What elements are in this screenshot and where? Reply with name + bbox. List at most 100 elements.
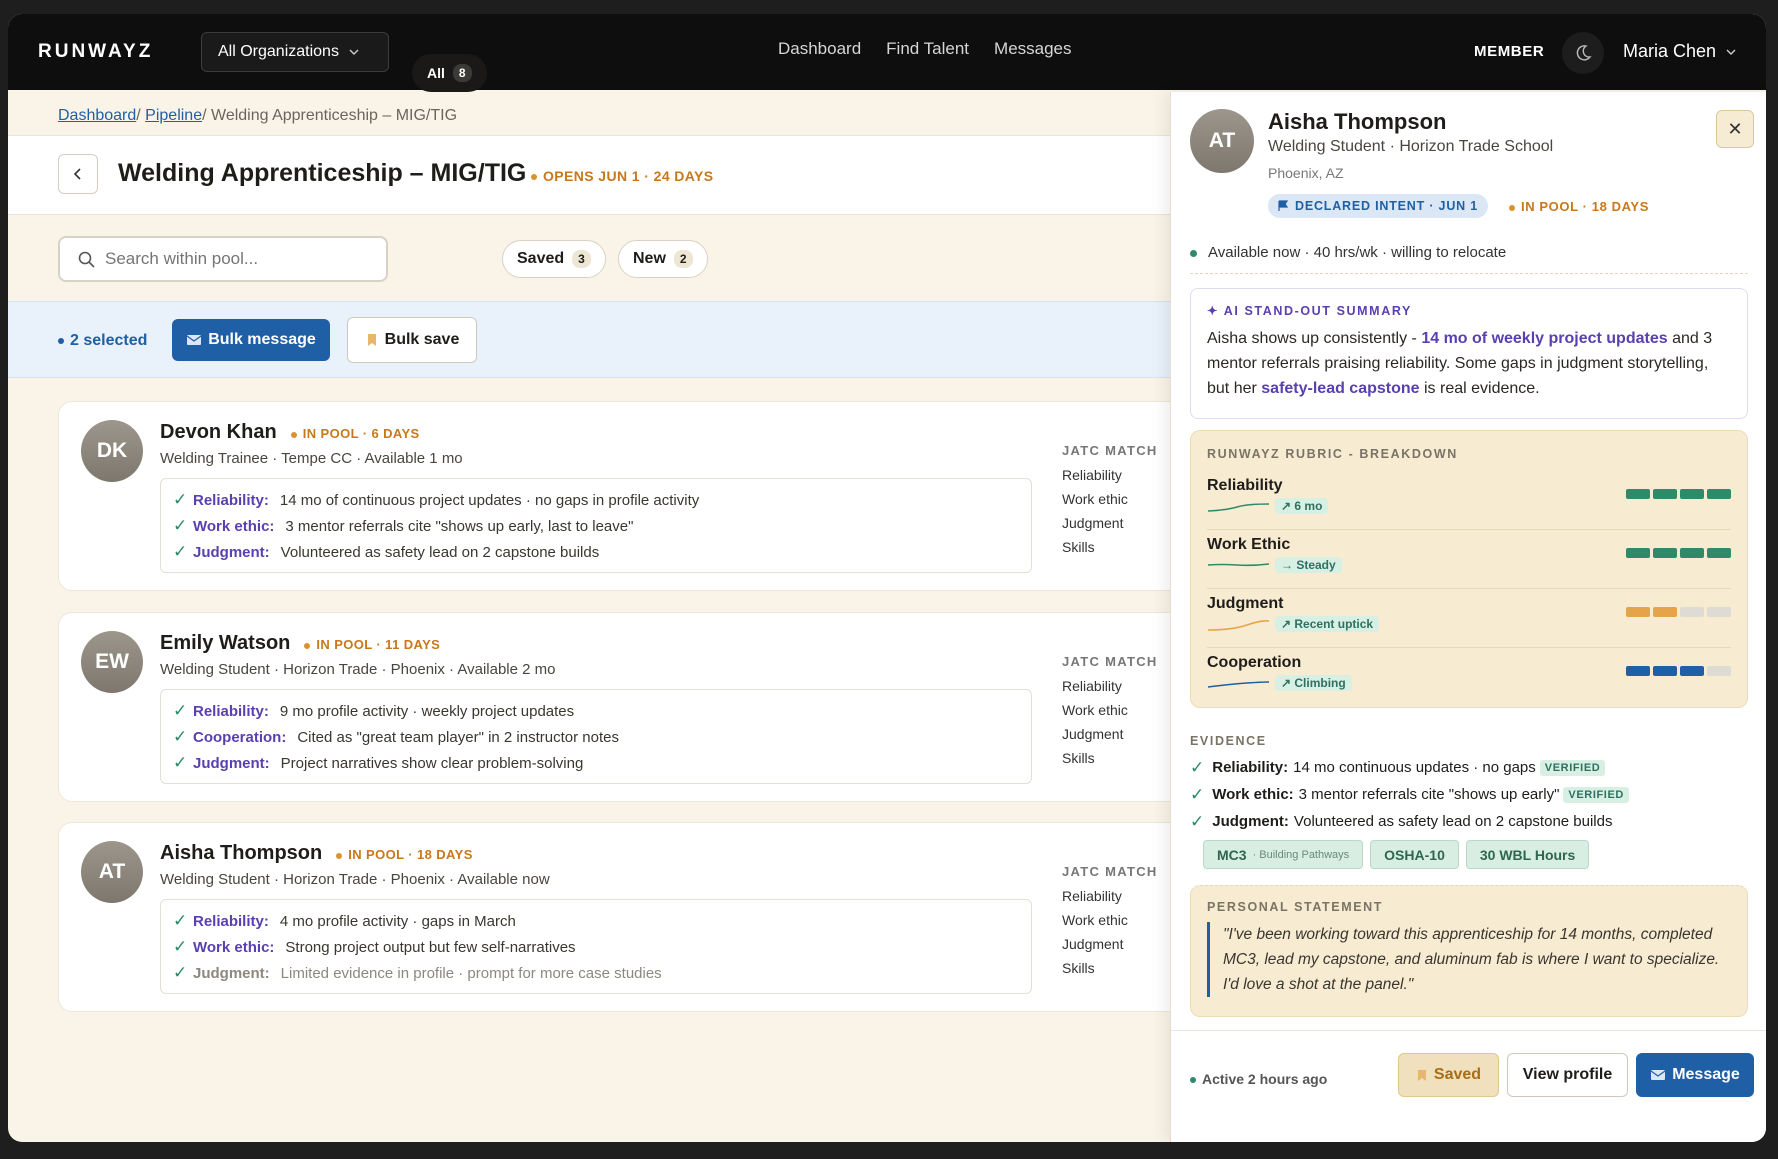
check-icon: ✓	[173, 701, 188, 720]
filter-saved[interactable]: Saved 3	[502, 240, 606, 278]
evidence-text: 14 mo of continuous project updates · no…	[279, 491, 700, 509]
avatar: AT	[81, 841, 143, 903]
check-icon: ✓	[1190, 811, 1205, 831]
evidence-label: Judgment:	[1212, 813, 1289, 830]
filter-all[interactable]: All 8	[412, 54, 487, 92]
organization-selector[interactable]: All Organizations	[201, 32, 389, 72]
trend-sparkline	[1207, 620, 1270, 631]
evidence-box: ✓ Reliability: 9 mo profile activity · w…	[160, 689, 1032, 784]
user-menu[interactable]: Maria Chen	[1623, 41, 1736, 62]
candidate-name[interactable]: Devon Khan	[160, 421, 277, 443]
score-bars	[1626, 666, 1731, 676]
back-button[interactable]	[58, 154, 98, 194]
trend-badge: → Steady	[1275, 557, 1342, 573]
nav-find-talent[interactable]: Find Talent	[886, 39, 969, 59]
candidate-name[interactable]: Aisha Thompson	[160, 842, 322, 864]
evidence-box: ✓ Reliability: 4 mo profile activity · g…	[160, 899, 1032, 994]
filter-label: All	[427, 65, 445, 81]
jatc-item: Skills	[1062, 750, 1095, 766]
candidate-name[interactable]: Emily Watson	[160, 632, 290, 654]
panel-footer: Active 2 hours ago Saved View profile Me…	[1171, 1030, 1766, 1142]
evidence-row: ✓ Work ethic: 3 mentor referrals cite "s…	[173, 513, 1019, 539]
verified-badge: VERIFIED	[1539, 759, 1606, 776]
selection-count-label: 2 selected	[70, 332, 148, 349]
candidate-name-row: Emily Watson IN POOL · 11 DAYS	[160, 632, 440, 655]
evidence-header: EVIDENCE	[1190, 734, 1267, 748]
score-bars	[1626, 548, 1731, 558]
rubric-row: Cooperation ↗ Climbing	[1207, 648, 1731, 707]
personal-statement: PERSONAL STATEMENT "I've been working to…	[1190, 885, 1748, 1017]
breadcrumb-current: Welding Apprenticeship – MIG/TIG	[211, 107, 458, 124]
check-icon: ✓	[173, 753, 188, 772]
close-button[interactable]: ✕	[1716, 110, 1754, 148]
candidate-card[interactable]: DK Devon Khan IN POOL · 6 DAYS Welding Tr…	[58, 401, 1188, 591]
breadcrumb-pipeline[interactable]: Pipeline	[145, 107, 202, 124]
message-button[interactable]: Message	[1636, 1053, 1754, 1097]
evidence-text: Limited evidence in profile · prompt for…	[280, 964, 662, 982]
user-name: Maria Chen	[1623, 41, 1717, 61]
avatar: DK	[81, 420, 143, 482]
bulk-message-button[interactable]: Bulk message	[172, 319, 330, 361]
candidate-card[interactable]: AT Aisha Thompson IN POOL · 18 DAYS Weldi…	[58, 822, 1188, 1012]
evidence-label: Cooperation:	[193, 728, 287, 746]
ai-summary-text-part: Aisha shows up consistently -	[1207, 330, 1422, 347]
jatc-item: Reliability	[1062, 888, 1122, 904]
score-bar-segment	[1707, 607, 1731, 617]
trend-badge: ↗ Recent uptick	[1275, 616, 1380, 632]
saved-button[interactable]: Saved	[1398, 1053, 1499, 1097]
breadcrumb-dashboard[interactable]: Dashboard	[58, 107, 136, 124]
evidence-label: Work ethic:	[1212, 786, 1294, 803]
app-window: RUNWAYZ All Organizations Dashboard Find…	[8, 14, 1766, 1142]
score-bar-segment	[1707, 489, 1731, 499]
ai-summary: ✦ AI STAND-OUT SUMMARY Aisha shows up co…	[1190, 288, 1748, 419]
score-bar-segment	[1680, 607, 1704, 617]
jatc-item: Skills	[1062, 539, 1095, 555]
availability-label: Available now · 40 hrs/wk · willing to r…	[1208, 244, 1507, 261]
evidence-label: Judgment:	[193, 754, 270, 772]
envelope-icon	[186, 335, 202, 345]
search-icon	[78, 251, 95, 268]
nav-messages[interactable]: Messages	[994, 39, 1071, 59]
pool-status: IN POOL · 6 DAYS	[290, 426, 420, 441]
search-input[interactable]	[105, 249, 365, 269]
candidate-subtitle: Welding Student · Horizon Trade School	[1268, 138, 1554, 155]
evidence-text: 14 mo continuous updates · no gaps	[1293, 759, 1536, 776]
view-profile-button[interactable]: View profile	[1507, 1053, 1628, 1097]
trend-sparkline	[1207, 563, 1270, 567]
chevron-left-icon	[73, 168, 81, 180]
role-badge: MEMBER	[1474, 43, 1545, 60]
ai-summary-title: AI STAND-OUT SUMMARY	[1223, 304, 1412, 318]
credential-name: 30 WBL Hours	[1479, 846, 1576, 863]
score-bar-segment	[1680, 548, 1704, 558]
check-icon: ✓	[173, 542, 188, 561]
last-active-label: Active 2 hours ago	[1202, 1071, 1328, 1087]
evidence-row: ✓ Reliability: 14 mo continuous updates · …	[1190, 754, 1748, 781]
saved-label: Saved	[1433, 1066, 1482, 1083]
score-bar-segment	[1626, 489, 1650, 499]
pool-search[interactable]	[58, 236, 388, 282]
rubric-name: Judgment	[1207, 595, 1284, 612]
evidence-label: Work ethic:	[193, 517, 275, 535]
ai-summary-header: ✦ AI STAND-OUT SUMMARY	[1207, 303, 1731, 318]
status-dot	[304, 642, 311, 649]
bookmark-icon	[1417, 1069, 1426, 1081]
nav-dashboard[interactable]: Dashboard	[778, 39, 861, 59]
score-bars	[1626, 607, 1731, 617]
opens-label: OPENS JUN 1 · 24 DAYS	[543, 168, 714, 184]
score-bar-segment	[1653, 666, 1677, 676]
candidate-name-row: Aisha Thompson IN POOL · 18 DAYS	[160, 842, 473, 865]
score-bar-segment	[1626, 607, 1650, 617]
credential-name: OSHA-10	[1384, 846, 1445, 863]
intent-label: DECLARED INTENT · JUN 1	[1295, 199, 1478, 213]
evidence-label: Reliability:	[193, 912, 269, 930]
jatc-item: Reliability	[1062, 467, 1122, 483]
status-dot	[336, 852, 343, 859]
candidate-card[interactable]: EW Emily Watson IN POOL · 11 DAYS Welding…	[58, 612, 1188, 802]
bulk-save-button[interactable]: Bulk save	[347, 317, 477, 363]
evidence-label: Judgment:	[193, 543, 270, 561]
evidence-text: 9 mo profile activity · weekly project u…	[279, 702, 575, 720]
theme-toggle-button[interactable]	[1562, 32, 1604, 74]
filter-new[interactable]: New 2	[618, 240, 708, 278]
jatc-match: JATC MATCH Reliability Work ethic Judgment S…	[1062, 443, 1158, 563]
pool-label: IN POOL · 18 DAYS	[348, 847, 473, 862]
